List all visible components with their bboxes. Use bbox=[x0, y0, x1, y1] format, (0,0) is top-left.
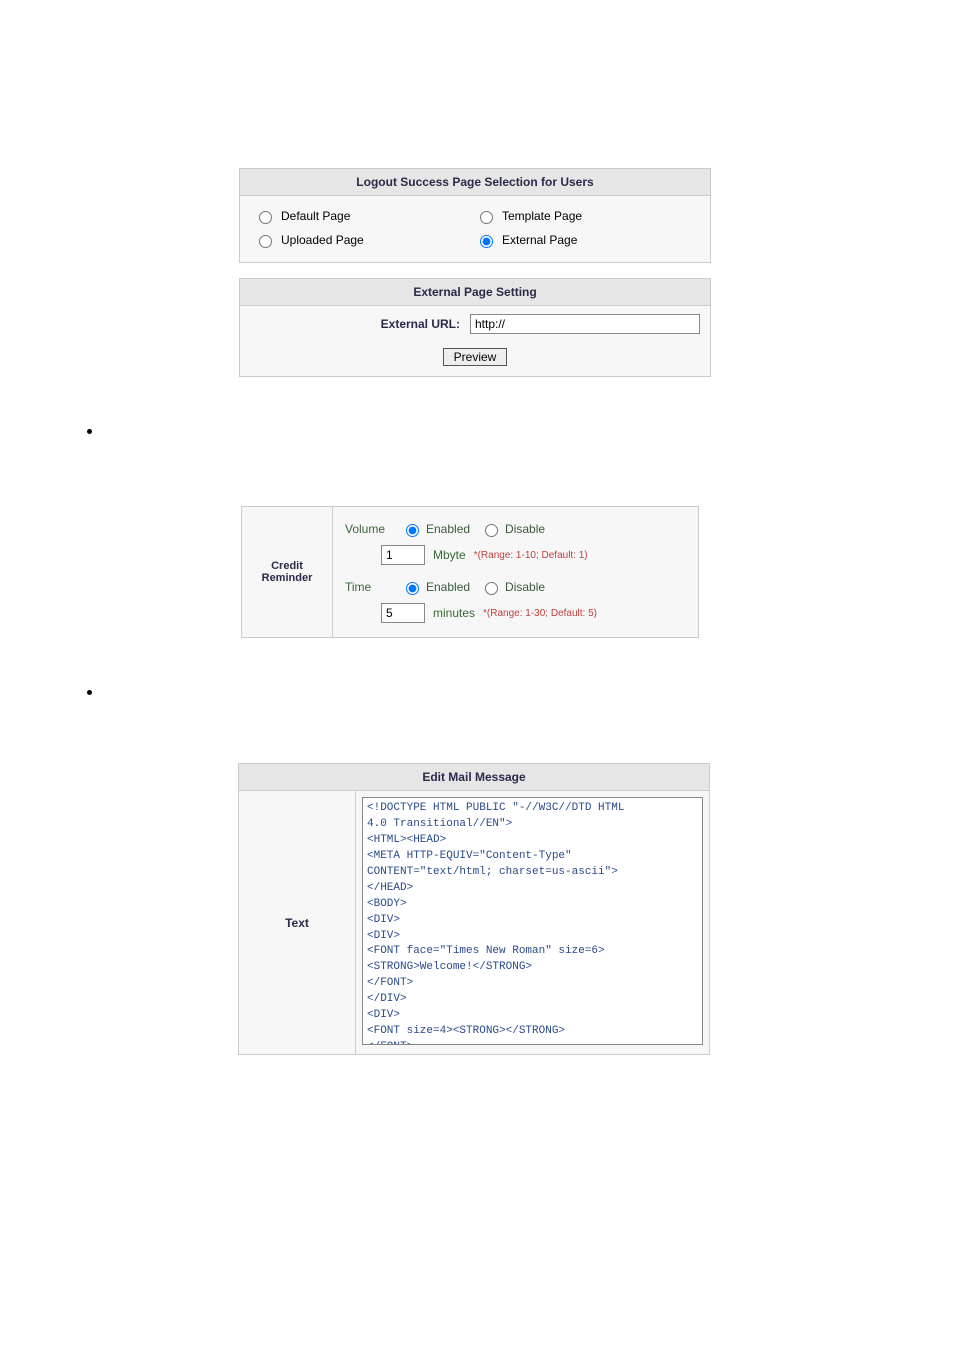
bullet-icon bbox=[87, 429, 92, 434]
mail-text-area[interactable] bbox=[362, 797, 703, 1045]
external-url-label: External URL: bbox=[250, 317, 464, 331]
credit-reminder-title: Credit Reminder bbox=[242, 507, 333, 637]
volume-label: Volume bbox=[345, 522, 391, 536]
logout-options-grid: Default Page Template Page Uploaded Page… bbox=[240, 196, 710, 262]
bullet-icon bbox=[87, 690, 92, 695]
volume-input[interactable] bbox=[381, 545, 425, 565]
volume-input-row: Mbyte *(Range: 1-10; Default: 1) bbox=[345, 541, 686, 575]
preview-button[interactable]: Preview bbox=[443, 348, 508, 366]
radio-volume-enabled[interactable] bbox=[406, 524, 419, 537]
radio-uploaded[interactable] bbox=[259, 235, 272, 248]
edit-mail-message-panel: Edit Mail Message Text bbox=[238, 763, 710, 1055]
volume-enabled-option[interactable]: Enabled bbox=[401, 521, 470, 537]
option-external-page[interactable]: External Page bbox=[475, 228, 696, 252]
external-page-setting-panel: External Page Setting External URL: Prev… bbox=[239, 278, 711, 377]
time-disable-text: Disable bbox=[505, 580, 545, 594]
volume-row: Volume Enabled Disable bbox=[345, 517, 686, 541]
time-input-row: minutes *(Range: 1-30; Default: 5) bbox=[345, 599, 686, 627]
radio-default[interactable] bbox=[259, 211, 272, 224]
time-hint: *(Range: 1-30; Default: 5) bbox=[483, 608, 597, 619]
volume-disable-option[interactable]: Disable bbox=[480, 521, 545, 537]
mail-panel-title: Edit Mail Message bbox=[239, 764, 709, 791]
external-url-row: External URL: bbox=[240, 306, 710, 342]
time-disable-option[interactable]: Disable bbox=[480, 579, 545, 595]
option-uploaded-page[interactable]: Uploaded Page bbox=[254, 228, 475, 252]
radio-volume-disable[interactable] bbox=[485, 524, 498, 537]
external-url-input[interactable] bbox=[470, 314, 700, 334]
option-template-page[interactable]: Template Page bbox=[475, 204, 696, 228]
label-external: External Page bbox=[502, 233, 577, 247]
volume-disable-text: Disable bbox=[505, 522, 545, 536]
time-label: Time bbox=[345, 580, 391, 594]
time-input[interactable] bbox=[381, 603, 425, 623]
radio-template[interactable] bbox=[480, 211, 493, 224]
time-enabled-option[interactable]: Enabled bbox=[401, 579, 470, 595]
radio-time-disable[interactable] bbox=[485, 582, 498, 595]
external-panel-title: External Page Setting bbox=[240, 279, 710, 306]
label-template: Template Page bbox=[502, 209, 582, 223]
label-uploaded: Uploaded Page bbox=[281, 233, 364, 247]
mail-text-label: Text bbox=[239, 791, 356, 1054]
time-unit: minutes bbox=[433, 606, 475, 620]
volume-hint: *(Range: 1-10; Default: 1) bbox=[474, 550, 588, 561]
credit-reminder-body: Volume Enabled Disable Mbyte *(Range: 1-… bbox=[333, 507, 698, 637]
radio-time-enabled[interactable] bbox=[406, 582, 419, 595]
time-enabled-text: Enabled bbox=[426, 580, 470, 594]
option-default-page[interactable]: Default Page bbox=[254, 204, 475, 228]
preview-row: Preview bbox=[240, 342, 710, 376]
radio-external[interactable] bbox=[480, 235, 493, 248]
logout-page-selection-panel: Logout Success Page Selection for Users … bbox=[239, 168, 711, 263]
mail-body: Text bbox=[239, 791, 709, 1054]
credit-reminder-panel: Credit Reminder Volume Enabled Disable M… bbox=[241, 506, 699, 638]
mail-right bbox=[356, 791, 709, 1054]
volume-enabled-text: Enabled bbox=[426, 522, 470, 536]
time-row: Time Enabled Disable bbox=[345, 575, 686, 599]
label-default: Default Page bbox=[281, 209, 350, 223]
logout-panel-title: Logout Success Page Selection for Users bbox=[240, 169, 710, 196]
volume-unit: Mbyte bbox=[433, 548, 466, 562]
